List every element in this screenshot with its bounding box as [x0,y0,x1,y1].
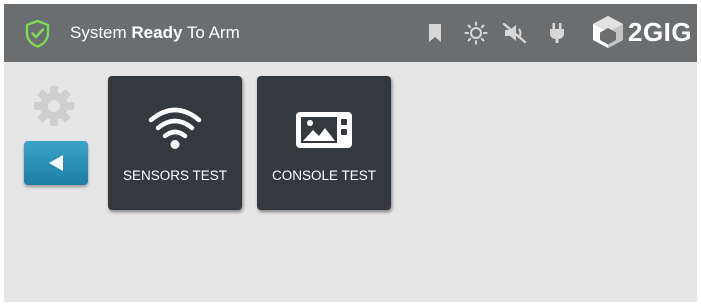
sensors-test-tile[interactable]: SENSORS TEST [108,76,242,210]
app-screen: System Ready To Arm 2GIG SENSORS TEST CO… [4,4,697,302]
sensors-test-label: SENSORS TEST [122,168,228,183]
brand-logo-text: 2GIG [628,17,693,47]
back-button[interactable] [24,141,88,185]
status-header: System Ready To Arm 2GIG [4,4,697,62]
console-test-label: CONSOLE TEST [271,168,377,183]
system-status-text: System Ready To Arm [70,22,240,44]
gear-icon[interactable] [32,84,76,128]
back-arrow-icon [49,155,63,171]
status-prefix: System [70,23,132,42]
console-test-tile[interactable]: CONSOLE TEST [257,76,391,210]
panel-image-icon [296,112,352,148]
power-plug-icon[interactable] [549,22,565,44]
status-suffix: To Arm [182,23,240,42]
shield-check-icon [25,19,50,48]
brightness-icon[interactable] [463,21,489,45]
status-ready: Ready [131,23,183,42]
wifi-icon [148,107,202,149]
2gig-cube-logo [593,16,623,48]
volume-mute-icon[interactable] [502,22,528,44]
bookmark-icon[interactable] [428,23,442,43]
